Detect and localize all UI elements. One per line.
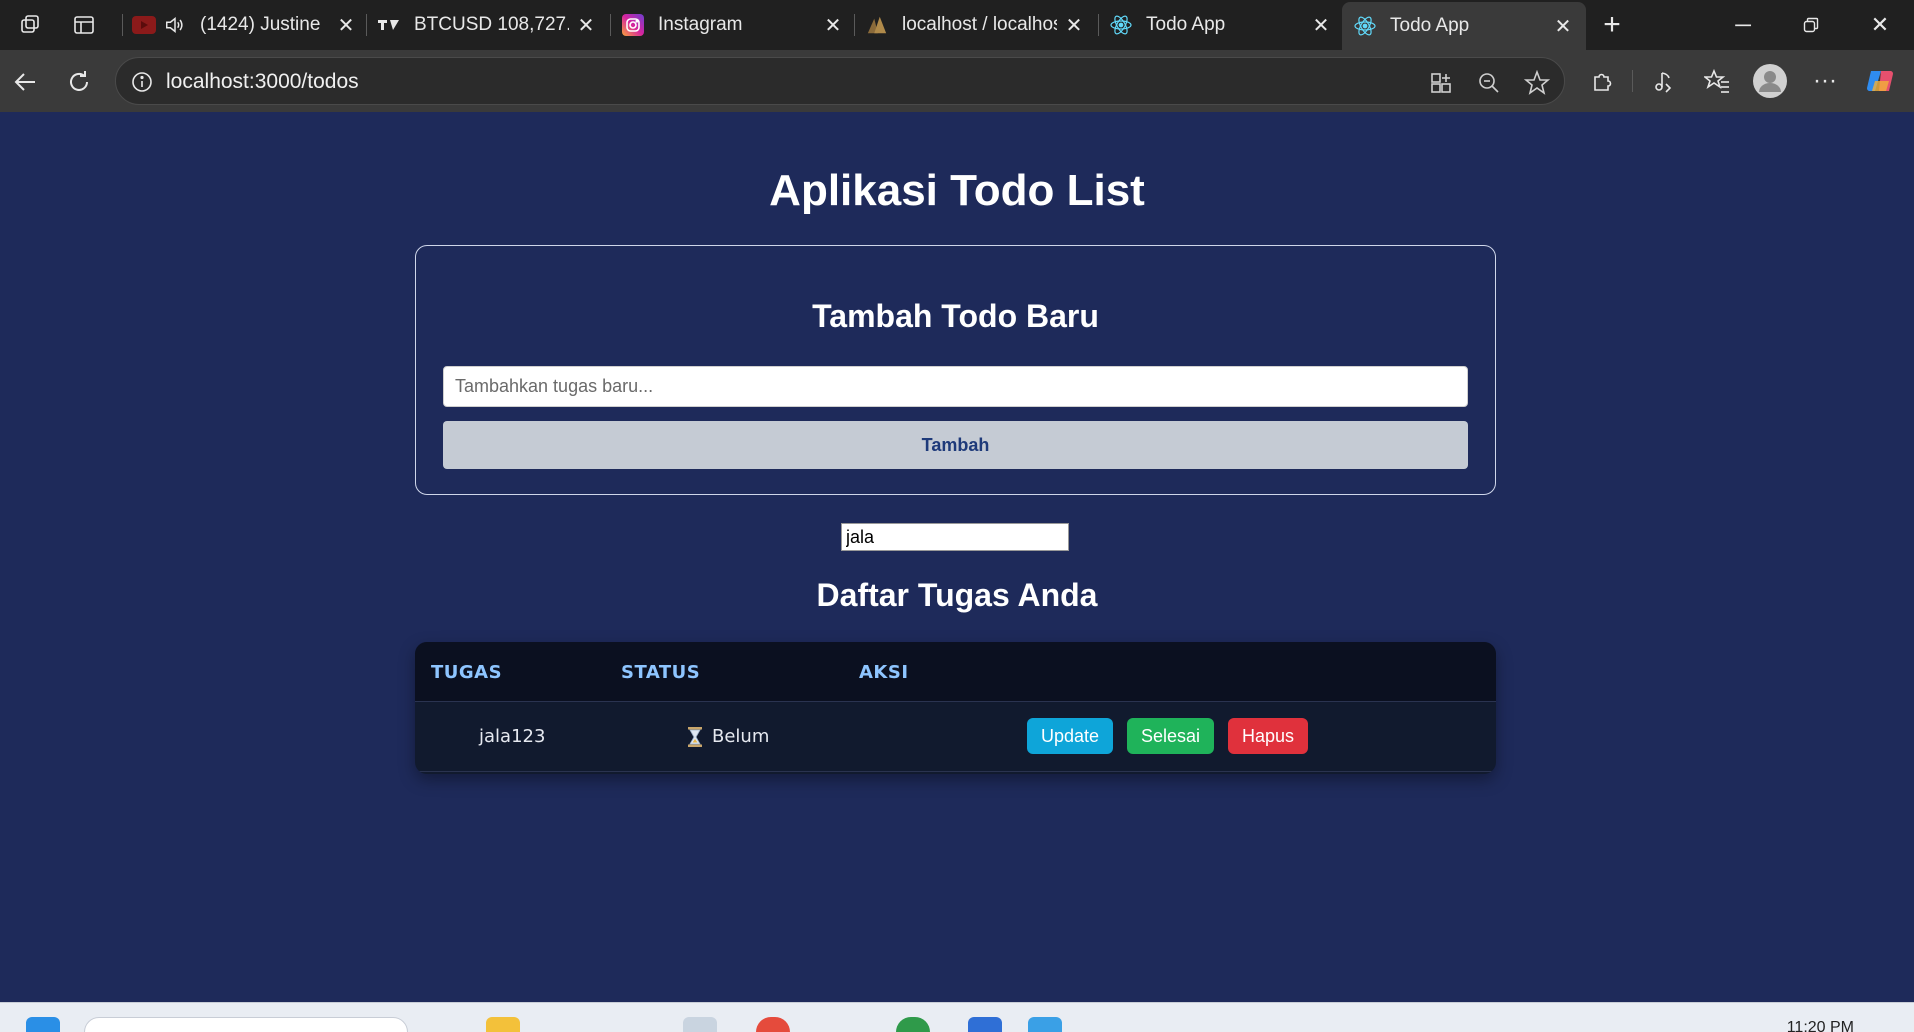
add-task-button[interactable]: Tambah bbox=[443, 421, 1468, 469]
youtube-icon bbox=[132, 16, 156, 34]
tab-instagram[interactable]: Instagram ✕ bbox=[622, 0, 844, 50]
tab-todo-app-active[interactable]: Todo App ✕ bbox=[1342, 2, 1586, 50]
tab-label: (1424) Justine bbox=[200, 14, 321, 35]
react-icon bbox=[1354, 15, 1376, 37]
tab-actions-icon[interactable] bbox=[69, 10, 99, 40]
tab-todo-app[interactable]: Todo App ✕ bbox=[1110, 0, 1332, 50]
taskbar-app-icon[interactable] bbox=[1028, 1017, 1062, 1032]
site-info-icon[interactable] bbox=[130, 70, 154, 94]
taskbar-search-box[interactable] bbox=[84, 1017, 408, 1032]
page-viewport: Aplikasi Todo List Tambah Todo Baru Tamb… bbox=[0, 112, 1914, 1002]
instagram-icon bbox=[622, 14, 644, 36]
column-header-task: TUGAS bbox=[431, 662, 503, 683]
media-control-icon[interactable] bbox=[1645, 63, 1681, 99]
taskbar-clock[interactable]: 11:20 PM bbox=[1787, 1019, 1854, 1032]
close-tab-icon[interactable]: ✕ bbox=[335, 14, 357, 37]
taskbar-app-icon[interactable] bbox=[683, 1017, 717, 1032]
hapus-button[interactable]: Hapus bbox=[1228, 718, 1309, 754]
tab-phpmyadmin[interactable]: localhost / localhost ✕ bbox=[866, 0, 1088, 50]
start-icon[interactable] bbox=[26, 1017, 60, 1032]
search-input[interactable] bbox=[841, 523, 1069, 551]
tab-label: localhost / localhost bbox=[902, 14, 1057, 35]
tab-label: Todo App bbox=[1146, 14, 1226, 35]
table-row: jala123 Belum Update Selesai Hapus bbox=[415, 702, 1496, 772]
copilot-icon[interactable] bbox=[1863, 63, 1899, 99]
close-tab-icon[interactable]: ✕ bbox=[1063, 14, 1085, 37]
close-tab-icon[interactable]: ✕ bbox=[1552, 15, 1574, 38]
toolbar-separator bbox=[1632, 70, 1633, 92]
profile-avatar-icon[interactable] bbox=[1752, 63, 1788, 99]
task-status: Belum bbox=[686, 726, 769, 747]
back-icon[interactable] bbox=[7, 64, 43, 100]
phpmyadmin-icon bbox=[866, 14, 888, 36]
favorite-star-icon[interactable] bbox=[1524, 70, 1550, 96]
favorites-icon[interactable] bbox=[1699, 63, 1735, 99]
add-todo-title: Tambah Todo Baru bbox=[812, 298, 1099, 334]
task-table: TUGAS STATUS AKSI jala123 Belum Update S… bbox=[415, 642, 1496, 774]
close-tab-icon[interactable]: ✕ bbox=[1310, 14, 1332, 37]
taskbar-app-icon[interactable] bbox=[756, 1017, 790, 1032]
speaker-icon[interactable] bbox=[164, 14, 186, 36]
tab-separator bbox=[1098, 14, 1099, 36]
close-tab-icon[interactable]: ✕ bbox=[822, 14, 844, 37]
zoom-out-icon[interactable] bbox=[1476, 70, 1502, 96]
page-title: Aplikasi Todo List bbox=[769, 166, 1145, 215]
taskbar-app-icon[interactable] bbox=[486, 1017, 520, 1032]
tab-label: Todo App bbox=[1390, 15, 1470, 36]
selesai-button[interactable]: Selesai bbox=[1127, 718, 1215, 754]
workspaces-icon[interactable] bbox=[16, 10, 46, 40]
tradingview-icon bbox=[378, 14, 400, 36]
task-name: jala123 bbox=[479, 726, 546, 747]
status-text: Belum bbox=[712, 726, 770, 747]
address-url[interactable]: localhost:3000/todos bbox=[166, 70, 359, 94]
tab-youtube[interactable]: (1424) Justine ✕ bbox=[132, 0, 357, 50]
tab-separator bbox=[366, 14, 367, 36]
os-taskbar: 11:20 PM bbox=[0, 1002, 1914, 1032]
tab-separator bbox=[610, 14, 611, 36]
column-header-status: STATUS bbox=[621, 662, 701, 683]
extensions-icon[interactable] bbox=[1585, 63, 1621, 99]
hourglass-icon bbox=[688, 726, 702, 747]
react-icon bbox=[1110, 14, 1132, 36]
app-available-icon[interactable] bbox=[1428, 70, 1454, 96]
refresh-icon[interactable] bbox=[61, 64, 97, 100]
browser-title-bar: (1424) Justine ✕ BTCUSD 108,727.92 ✕ Ins… bbox=[0, 0, 1914, 50]
add-todo-card: Tambah Todo Baru Tambah bbox=[415, 245, 1496, 495]
browser-toolbar: localhost:3000/todos bbox=[0, 50, 1914, 112]
tab-label: Instagram bbox=[658, 14, 743, 35]
close-window-icon[interactable]: ✕ bbox=[1846, 0, 1914, 50]
taskbar-app-icon[interactable] bbox=[896, 1017, 930, 1032]
update-button[interactable]: Update bbox=[1027, 718, 1114, 754]
close-tab-icon[interactable]: ✕ bbox=[575, 14, 597, 37]
address-bar[interactable]: localhost:3000/todos bbox=[115, 57, 1565, 105]
tab-label: BTCUSD 108,727.92 bbox=[414, 14, 569, 35]
new-tab-icon[interactable]: + bbox=[1597, 8, 1627, 41]
tab-separator bbox=[122, 14, 123, 36]
taskbar-app-icon[interactable] bbox=[968, 1017, 1002, 1032]
task-list-title: Daftar Tugas Anda bbox=[816, 577, 1098, 613]
restore-icon[interactable] bbox=[1777, 0, 1845, 50]
more-options-icon[interactable]: ··· bbox=[1807, 63, 1843, 99]
new-task-input[interactable] bbox=[443, 366, 1468, 407]
tab-btcusd[interactable]: BTCUSD 108,727.92 ✕ bbox=[378, 0, 600, 50]
column-header-actions: AKSI bbox=[859, 662, 909, 683]
table-header: TUGAS STATUS AKSI bbox=[415, 642, 1496, 702]
tab-separator bbox=[854, 14, 855, 36]
minimize-icon[interactable]: ─ bbox=[1709, 0, 1777, 50]
